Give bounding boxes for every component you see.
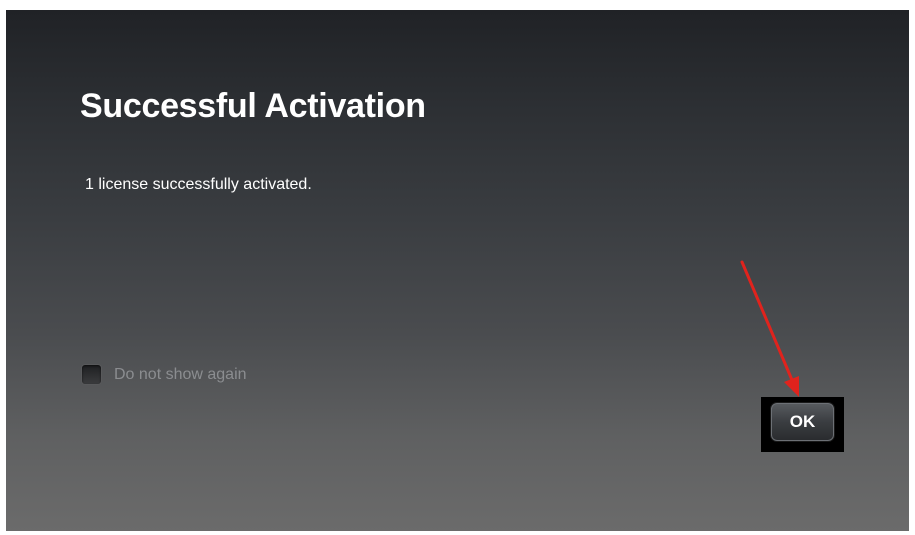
do-not-show-again-checkbox[interactable] [81, 364, 102, 385]
ok-button[interactable]: OK [771, 403, 834, 441]
dialog-message: 1 license successfully activated. [85, 176, 312, 193]
screenshot-frame: Successful Activation 1 license successf… [0, 0, 915, 535]
do-not-show-again-option[interactable]: Do not show again [81, 364, 247, 385]
activation-dialog: Successful Activation 1 license successf… [6, 10, 909, 531]
do-not-show-again-label: Do not show again [114, 365, 247, 383]
dialog-title: Successful Activation [80, 87, 426, 125]
